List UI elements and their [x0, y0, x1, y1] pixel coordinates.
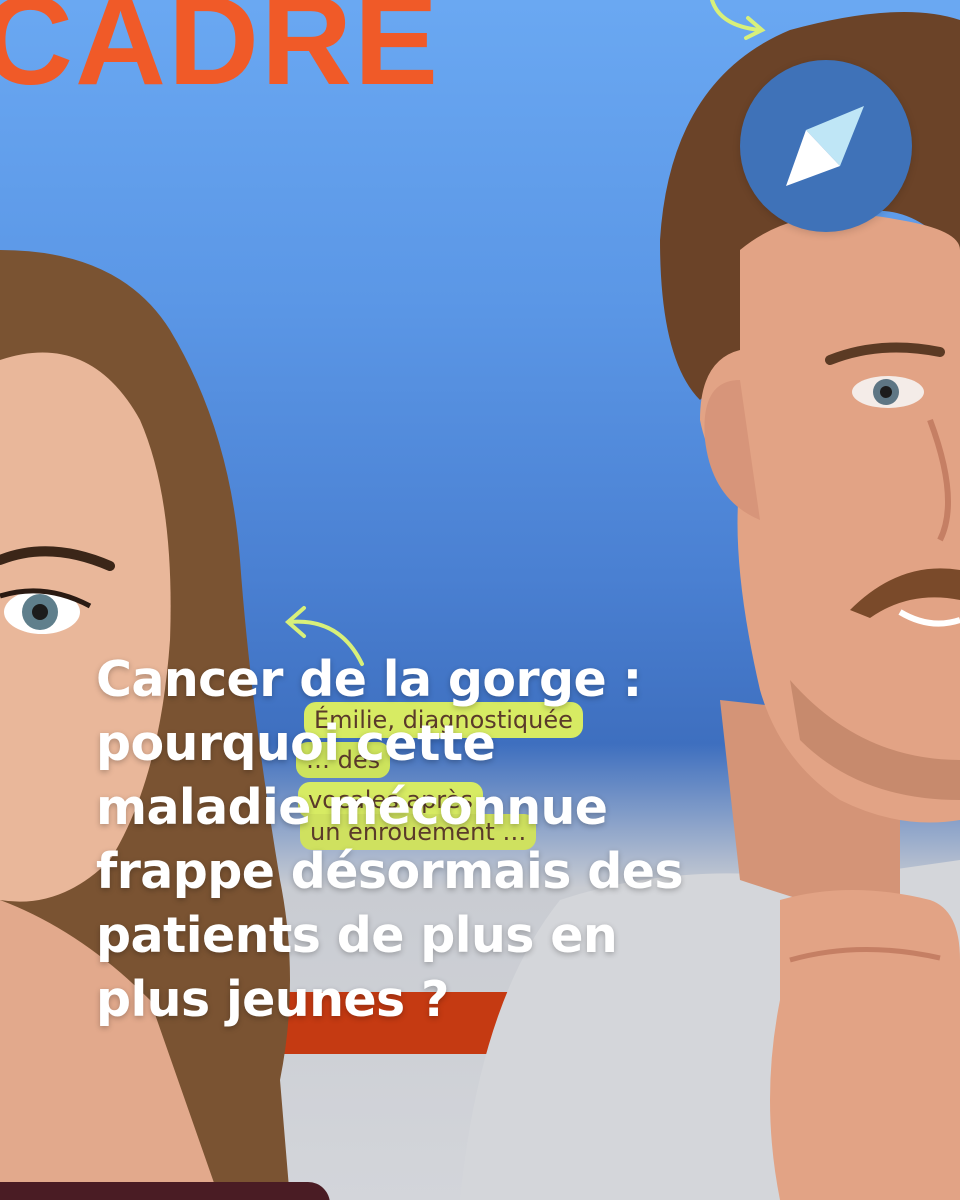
post-image: CADRE Émilie, diagnostiquée … des vocale…: [0, 0, 960, 1200]
headline-line: maladie méconnue: [96, 779, 608, 836]
headline: Cancer de la gorge : pourquoi cette mala…: [96, 648, 856, 1032]
background-bottom-tag: [0, 1182, 330, 1200]
headline-line: Cancer de la gorge :: [96, 651, 642, 708]
headline-line: patients de plus en: [96, 907, 618, 964]
publisher-logo-icon: [740, 60, 912, 232]
headline-line: frappe désormais des: [96, 843, 684, 900]
headline-line: pourquoi cette: [96, 715, 496, 772]
headline-line: plus jeunes ?: [96, 971, 449, 1028]
